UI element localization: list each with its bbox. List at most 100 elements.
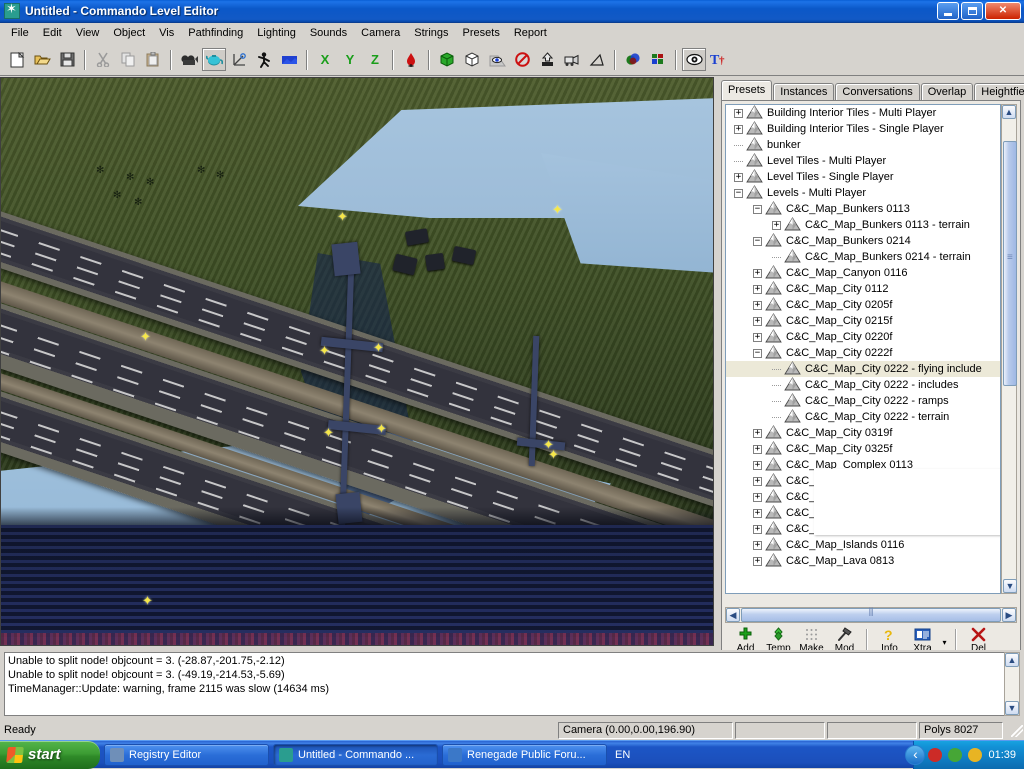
collapse-icon[interactable]: −	[753, 237, 762, 246]
shield-red-icon[interactable]	[928, 748, 942, 762]
tree-node[interactable]: +Building Interior Tiles - Multi Player	[726, 105, 1001, 121]
camera-path-icon[interactable]	[560, 48, 584, 71]
minimize-button[interactable]	[937, 2, 959, 20]
expand-icon[interactable]: +	[753, 557, 762, 566]
tree-node[interactable]: C&C_Map_City 0222 - ramps	[726, 393, 1001, 409]
menu-pathfinding[interactable]: Pathfinding	[181, 24, 250, 42]
resize-grip-icon[interactable]	[1008, 722, 1024, 738]
tab-heightfield[interactable]: Heightfield	[974, 83, 1024, 101]
expand-icon[interactable]: +	[734, 173, 743, 182]
expand-icon[interactable]: +	[753, 541, 762, 550]
taskbar-item[interactable]: Registry Editor	[104, 744, 269, 766]
axis-z-button[interactable]: Z	[363, 48, 387, 71]
expand-icon[interactable]: +	[772, 221, 781, 230]
wire-cube-icon[interactable]	[460, 48, 484, 71]
tree-node[interactable]: Level Tiles - Multi Player	[726, 153, 1001, 169]
collapse-icon[interactable]: −	[753, 349, 762, 358]
tree-horizontal-scrollbar[interactable]: ◀ ▶	[725, 607, 1017, 623]
save-disk-icon[interactable]	[55, 48, 79, 71]
new-document-icon[interactable]	[5, 48, 29, 71]
menu-strings[interactable]: Strings	[407, 24, 455, 42]
expand-icon[interactable]: +	[753, 301, 762, 310]
output-vertical-scrollbar[interactable]: ▲ ▼	[1004, 652, 1020, 716]
expand-icon[interactable]: +	[753, 477, 762, 486]
green-cube-icon[interactable]	[435, 48, 459, 71]
tree-vertical-scrollbar[interactable]: ▲ ▼	[1001, 104, 1017, 594]
tree-node[interactable]: C&C_Map_City 0222 - flying include	[726, 361, 1001, 377]
maximize-button[interactable]	[961, 2, 983, 20]
3d-level-viewport[interactable]	[1, 78, 713, 645]
cut-scissors-icon[interactable]	[91, 48, 115, 71]
terrain-icon[interactable]	[277, 48, 301, 71]
tree-node[interactable]: +C&C_Map_Islands 0116	[726, 537, 1001, 553]
warning-yellow-icon[interactable]	[968, 748, 982, 762]
axis-y-button[interactable]: Y	[338, 48, 362, 71]
close-button[interactable]: ✕	[985, 2, 1021, 20]
tab-presets[interactable]: Presets	[721, 80, 772, 100]
expand-icon[interactable]: +	[753, 285, 762, 294]
expand-icon[interactable]: +	[753, 461, 762, 470]
vis-eye-icon[interactable]	[485, 48, 509, 71]
expand-icon[interactable]: +	[734, 109, 743, 118]
sphere-color-icon[interactable]	[621, 48, 645, 71]
window-titlebar[interactable]: Untitled - Commando Level Editor ✕	[0, 0, 1024, 23]
expand-icon[interactable]: +	[753, 269, 762, 278]
tree-node[interactable]: −C&C_Map_City 0222f	[726, 345, 1001, 361]
tree-node[interactable]: +Level Tiles - Single Player	[726, 169, 1001, 185]
expand-icon[interactable]: +	[753, 493, 762, 502]
angle-icon[interactable]	[585, 48, 609, 71]
tree-node[interactable]: −C&C_Map_Bunkers 0113	[726, 201, 1001, 217]
tree-node[interactable]: +Building Interior Tiles - Single Player	[726, 121, 1001, 137]
start-button[interactable]: start	[0, 741, 100, 769]
tree-node[interactable]: +C&C_Map_City 0215f	[726, 313, 1001, 329]
menu-camera[interactable]: Camera	[354, 24, 407, 42]
camera-icon[interactable]	[177, 48, 201, 71]
tree-node[interactable]: +C&C_Map_Lava 0813	[726, 553, 1001, 569]
tree-node[interactable]: −C&C_Map_Bunkers 0214	[726, 233, 1001, 249]
scroll-down-icon[interactable]: ▼	[1003, 579, 1017, 593]
tab-conversations[interactable]: Conversations	[835, 83, 919, 101]
browser-green-icon[interactable]	[948, 748, 962, 762]
scroll-right-icon[interactable]: ▶	[1002, 608, 1016, 622]
tree-node[interactable]: +C&C_Map_City 0325f	[726, 441, 1001, 457]
presets-tree[interactable]: +Building Interior Tiles - Multi Player+…	[725, 104, 1001, 594]
tree-hscroll-thumb[interactable]	[741, 608, 1001, 622]
clock[interactable]: 01:39	[988, 749, 1016, 761]
menu-object[interactable]: Object	[106, 24, 152, 42]
tree-node[interactable]: C&C_Map_City 0222 - includes	[726, 377, 1001, 393]
expand-icon[interactable]: +	[753, 445, 762, 454]
tree-node[interactable]: +C&C_Map_City 0220f	[726, 329, 1001, 345]
taskbar-item[interactable]: Untitled - Commando ...	[273, 744, 438, 766]
tree-node[interactable]: +C&C_Map_Glacier_0312f	[726, 489, 1001, 505]
tree-node[interactable]: +C&C_Map_Gobi 0926	[726, 505, 1001, 521]
tree-node[interactable]: +C&C_Map_Field 0112	[726, 473, 1001, 489]
open-folder-icon[interactable]	[30, 48, 54, 71]
tree-node[interactable]: C&C_Map_City 0222 - terrain	[726, 409, 1001, 425]
walk-mode-icon[interactable]	[252, 48, 276, 71]
menu-sounds[interactable]: Sounds	[303, 24, 354, 42]
tree-node[interactable]: C&C_Map_Bunkers 0214 - terrain	[726, 249, 1001, 265]
output-scroll-down-icon[interactable]: ▼	[1005, 701, 1019, 715]
output-log[interactable]: Unable to split node! objcount = 3. (-28…	[4, 652, 1006, 716]
tree-node[interactable]: +C&C_Map_Bunkers 0113 - terrain	[726, 217, 1001, 233]
light-drop-icon[interactable]	[399, 48, 423, 71]
tree-node[interactable]: bunker	[726, 137, 1001, 153]
tree-node[interactable]: +C&C_Map_City 0112	[726, 281, 1001, 297]
language-indicator[interactable]: EN	[607, 749, 638, 761]
menu-presets[interactable]: Presets	[456, 24, 507, 42]
copy-icon[interactable]	[116, 48, 140, 71]
object-pointer-icon[interactable]	[535, 48, 559, 71]
collapse-icon[interactable]: −	[734, 189, 743, 198]
menu-report[interactable]: Report	[507, 24, 554, 42]
tab-instances[interactable]: Instances	[773, 83, 834, 101]
menu-lighting[interactable]: Lighting	[250, 24, 303, 42]
tab-overlap[interactable]: Overlap	[921, 83, 974, 101]
collapse-icon[interactable]: −	[753, 205, 762, 214]
paste-icon[interactable]	[141, 48, 165, 71]
expand-icon[interactable]: +	[753, 509, 762, 518]
menu-vis[interactable]: Vis	[152, 24, 181, 42]
output-scroll-up-icon[interactable]: ▲	[1005, 653, 1019, 667]
teapot-icon[interactable]	[202, 48, 226, 71]
taskbar-item[interactable]: Renegade Public Foru...	[442, 744, 607, 766]
tree-vscroll-thumb[interactable]	[1003, 141, 1017, 386]
